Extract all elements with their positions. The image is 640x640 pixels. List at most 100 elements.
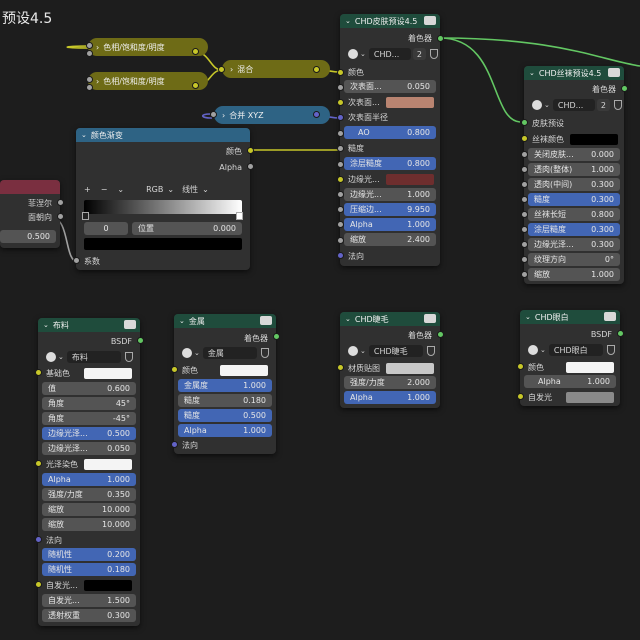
stop-color-swatch[interactable] [84, 238, 242, 250]
socket-input[interactable] [210, 111, 217, 118]
rim-color-swatch[interactable] [386, 174, 434, 185]
fresnel-node-header[interactable] [0, 180, 60, 194]
metal-field[interactable]: 糙度 0.500 [178, 409, 272, 422]
eyelash-group-selector[interactable]: ⌄ CHD睫毛 [348, 344, 435, 358]
socket-input[interactable] [521, 135, 528, 142]
silk-field[interactable]: 透肉(整体) 1.000 [528, 163, 620, 176]
socket-input[interactable] [337, 99, 344, 106]
socket-input[interactable] [218, 66, 225, 73]
chevron-down-icon[interactable]: ⌄ [81, 131, 87, 139]
socket-output[interactable] [137, 337, 144, 344]
socket-input[interactable] [337, 145, 344, 152]
cloth-field[interactable]: Alpha 1.000 [42, 473, 136, 486]
socket-input[interactable] [86, 76, 93, 83]
cloth-emission-swatch[interactable] [84, 580, 132, 591]
fake-user-shield-icon[interactable] [613, 100, 622, 110]
fake-user-shield-icon[interactable] [429, 49, 438, 59]
hsv-group-node-2[interactable]: › 色相/饱和度/明度 [88, 72, 208, 90]
stop-position-field[interactable]: 位置 0.000 [132, 222, 242, 235]
silk-field[interactable]: 丝袜长短 0.800 [528, 208, 620, 221]
socket-input[interactable] [73, 257, 80, 264]
socket-input[interactable] [337, 176, 344, 183]
eyewhite-emission-swatch[interactable] [566, 392, 614, 403]
cloth-sheen-color-swatch[interactable] [84, 459, 132, 470]
fake-user-shield-icon[interactable] [260, 348, 269, 358]
socket-input[interactable] [521, 241, 528, 248]
socket-input[interactable] [86, 42, 93, 49]
cloth-field[interactable]: 随机性 0.200 [42, 548, 136, 561]
cloth-field[interactable]: 缩放 10.000 [42, 518, 136, 531]
skin-alpha-field[interactable]: Alpha 1.000 [344, 218, 436, 231]
ramp-menu-button[interactable]: ⌄ [117, 185, 124, 194]
metal-node-header[interactable]: ⌄ 金属 [174, 314, 276, 328]
socket-input[interactable] [86, 50, 93, 57]
silk-color-swatch[interactable] [570, 134, 618, 145]
chevron-down-icon[interactable]: ⌄ [345, 17, 351, 25]
socket-input[interactable] [521, 166, 528, 173]
socket-input[interactable] [337, 191, 344, 198]
cloth-base-color-swatch[interactable] [84, 368, 132, 379]
socket-output[interactable] [437, 331, 444, 338]
socket-input[interactable] [337, 252, 344, 259]
socket-input[interactable] [337, 237, 344, 244]
chevron-down-icon[interactable]: ⌄ [525, 313, 531, 321]
socket-input[interactable] [517, 363, 524, 370]
eyelash-texture-swatch[interactable] [386, 363, 434, 374]
silk-field[interactable]: 边缘光泽... 0.300 [528, 238, 620, 251]
socket-input[interactable] [521, 196, 528, 203]
metal-field[interactable]: Alpha 1.000 [178, 424, 272, 437]
socket-input[interactable] [337, 84, 344, 91]
eyewhite-node-header[interactable]: ⌄ CHD眼白 [520, 310, 620, 324]
eyelash-node[interactable]: ⌄ CHD睫毛 着色器 ⌄ CHD睫毛 材质贴图 强度/力度 2.000 Alph… [340, 312, 440, 408]
socket-input[interactable] [337, 221, 344, 228]
socket-output[interactable] [621, 85, 628, 92]
silk-field[interactable]: 关闭皮肤... 0.000 [528, 148, 620, 161]
socket-input[interactable] [521, 256, 528, 263]
socket-output[interactable] [57, 213, 64, 220]
eyelash-node-header[interactable]: ⌄ CHD睫毛 [340, 312, 440, 326]
silk-field[interactable]: 纹理方向 0° [528, 253, 620, 266]
socket-output[interactable] [192, 48, 199, 55]
eyewhite-group-selector[interactable]: ⌄ CHD眼白 [528, 343, 615, 357]
socket-input[interactable] [171, 366, 178, 373]
subsurface-color-swatch[interactable] [386, 97, 434, 108]
socket-input[interactable] [35, 460, 42, 467]
cloth-field[interactable]: 边缘光泽... 0.500 [42, 427, 136, 440]
skin-rim-field[interactable]: 边缘光... 1.000 [344, 188, 436, 201]
silk-field[interactable]: 透肉(中间) 0.300 [528, 178, 620, 191]
eyewhite-group-name[interactable]: CHD眼白 [548, 344, 603, 356]
ramp-stop-black[interactable] [82, 212, 89, 220]
interpolation-select[interactable]: 线性 [182, 184, 198, 195]
socket-input[interactable] [337, 69, 344, 76]
socket-output[interactable] [617, 330, 624, 337]
hsv-group-node-1[interactable]: › 色相/饱和度/明度 [88, 38, 208, 56]
socket-input[interactable] [35, 369, 42, 376]
socket-input[interactable] [337, 161, 344, 168]
fake-user-shield-icon[interactable] [606, 345, 615, 355]
cloth-field[interactable]: 角度 -45° [42, 412, 136, 425]
socket-input[interactable] [35, 536, 42, 543]
skin-subsurface-field[interactable]: 次表面... 0.050 [344, 80, 436, 93]
socket-input[interactable] [521, 226, 528, 233]
socket-input[interactable] [521, 211, 528, 218]
metal-field[interactable]: 糙度 0.180 [178, 394, 272, 407]
socket-output[interactable] [437, 35, 444, 42]
chevron-down-icon[interactable]: ⌄ [529, 69, 535, 77]
chevron-down-icon[interactable]: ⌄ [345, 315, 351, 323]
eyelash-group-name[interactable]: CHD睫毛 [368, 345, 423, 357]
skin-compress-field[interactable]: 压缩边... 9.950 [344, 203, 436, 216]
socket-input[interactable] [521, 119, 528, 126]
metal-color-swatch[interactable] [220, 365, 268, 376]
socket-input[interactable] [171, 441, 178, 448]
socket-input[interactable] [86, 84, 93, 91]
cloth-field[interactable]: 边缘光泽... 0.050 [42, 442, 136, 455]
ramp-gradient-bar[interactable] [84, 200, 242, 214]
color-ramp-header[interactable]: ⌄ 颜色渐变 [76, 128, 250, 142]
silk-node-header[interactable]: ⌄ CHD丝袜预设4.5 [524, 66, 624, 80]
eyelash-field[interactable]: Alpha 1.000 [344, 391, 436, 404]
cloth-node-header[interactable]: ⌄ 布料 [38, 318, 140, 332]
socket-input[interactable] [517, 393, 524, 400]
socket-output[interactable] [57, 199, 64, 206]
socket-input[interactable] [521, 271, 528, 278]
cloth-field[interactable]: 角度 45° [42, 397, 136, 410]
